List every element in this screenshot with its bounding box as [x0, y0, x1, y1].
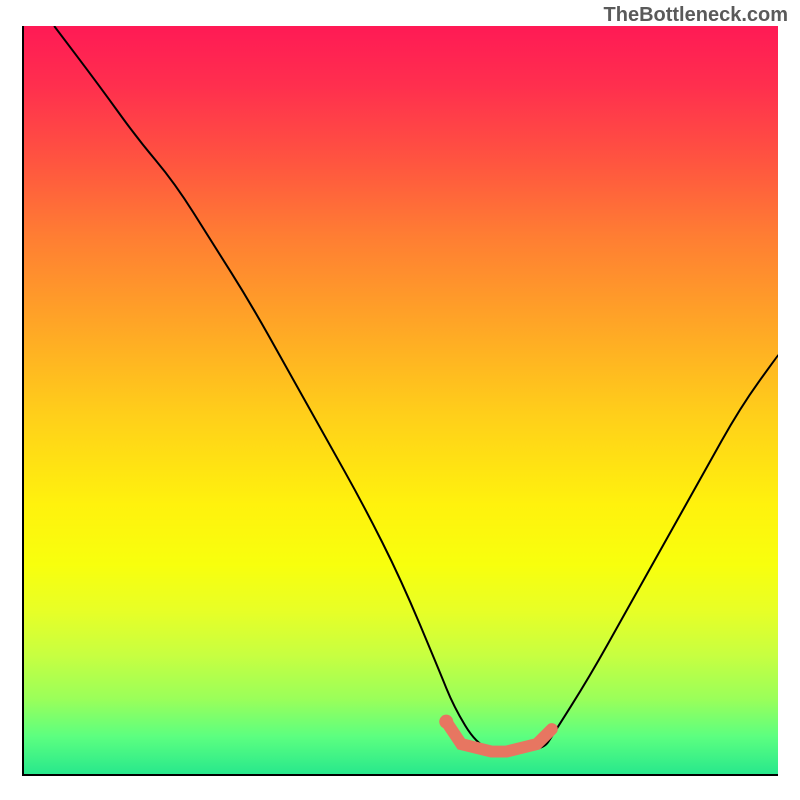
- chart-svg: [24, 26, 778, 774]
- optimal-highlight-line: [446, 722, 552, 752]
- plot-area: [22, 26, 778, 776]
- bottleneck-curve: [54, 26, 778, 752]
- optimal-highlight-dot: [439, 715, 453, 729]
- watermark: TheBottleneck.com: [604, 4, 788, 27]
